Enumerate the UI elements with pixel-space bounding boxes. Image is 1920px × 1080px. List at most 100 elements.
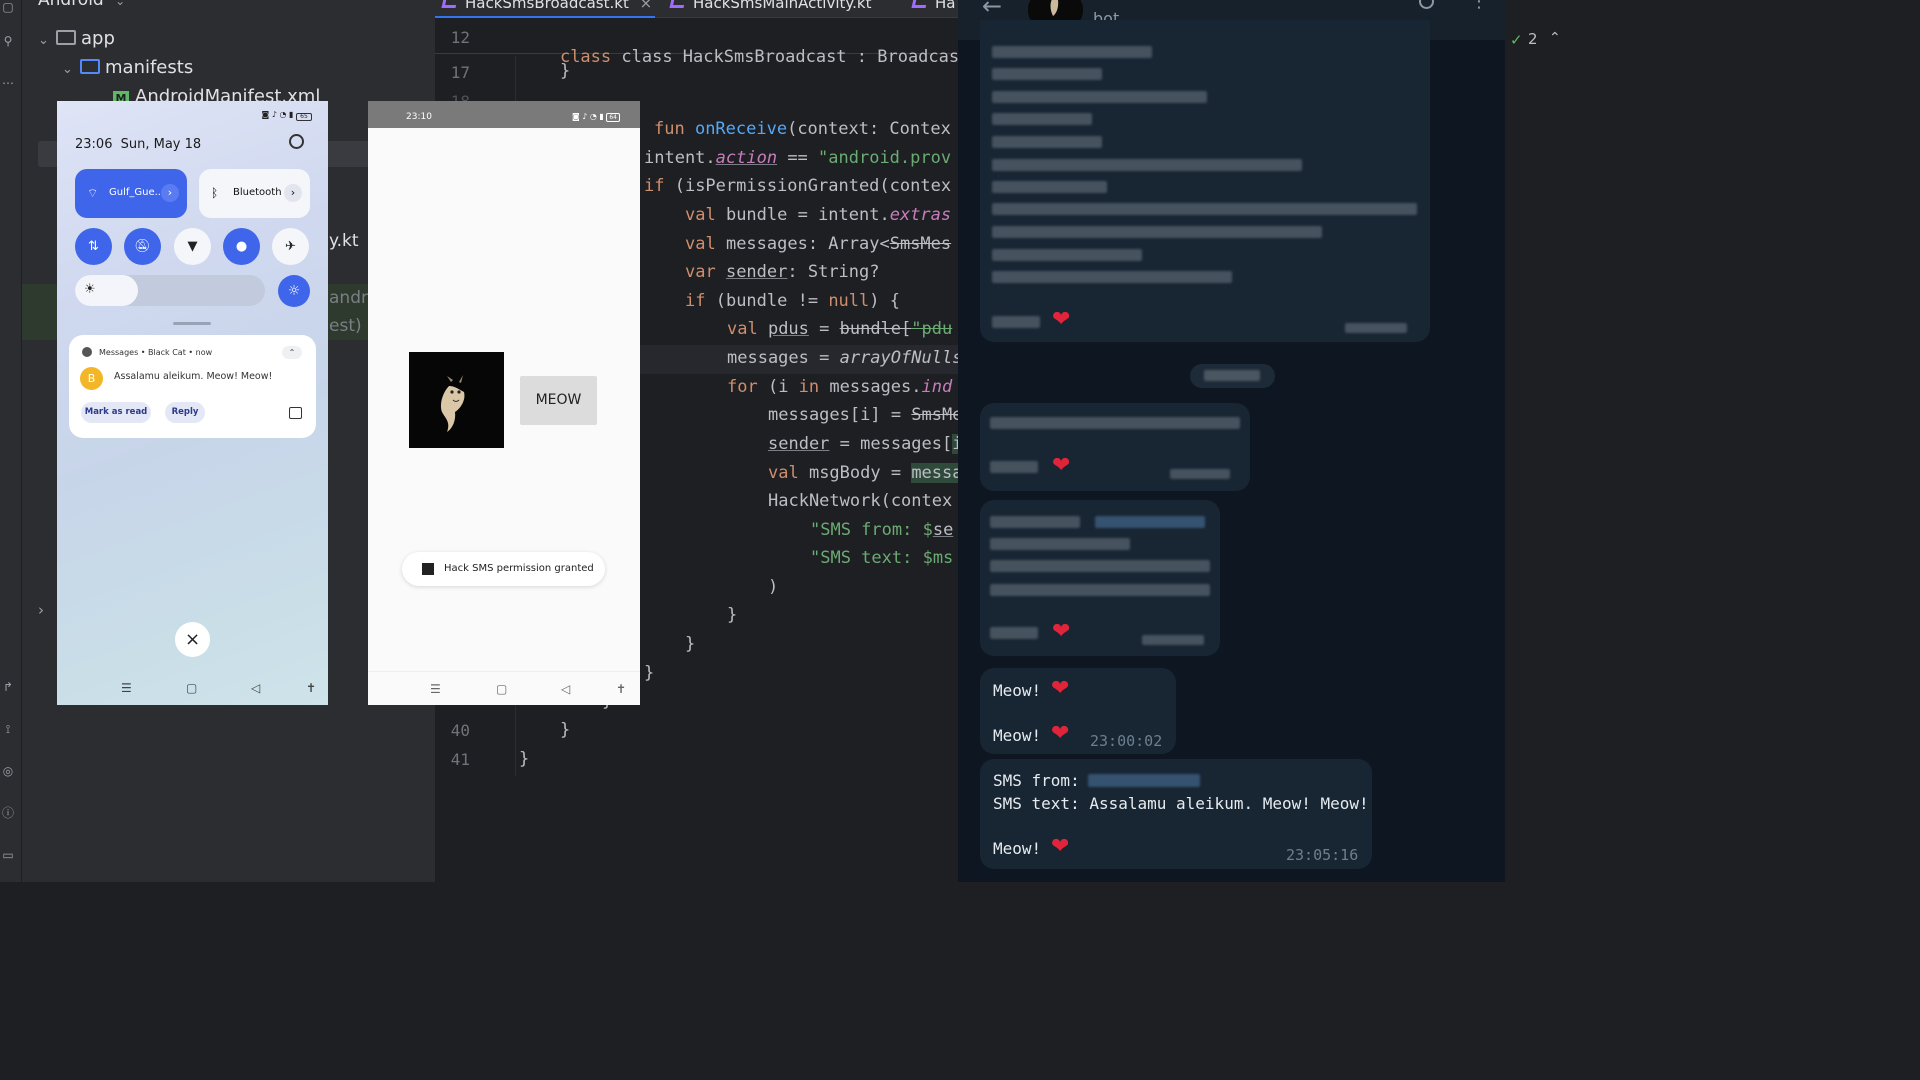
logcat-tool-icon[interactable]: ◎ bbox=[1, 764, 15, 778]
tab-hacksmsmainactivity[interactable]: HackSmsMainActivity.kt bbox=[669, 0, 871, 16]
phone-notification-shade: ◙ ♪ ◔ ▮ 65 23:06 Sun, May 18 ⌔ Gulf_Gue.… bbox=[57, 101, 328, 705]
accessibility-icon[interactable]: ✝︎ bbox=[616, 682, 626, 696]
home-icon[interactable]: ▢ bbox=[496, 682, 507, 696]
message-bubble[interactable]: Meow! ❤ Meow! ❤ 23:00:02 bbox=[980, 668, 1176, 754]
gear-icon[interactable] bbox=[289, 134, 304, 149]
redacted-text bbox=[990, 627, 1038, 639]
tab-hacksmsbroadcast[interactable]: HackSmsBroadcast.kt × bbox=[441, 0, 653, 16]
recents-icon[interactable]: ☰ bbox=[430, 682, 441, 696]
image-icon[interactable] bbox=[289, 407, 302, 419]
close-icon[interactable]: × bbox=[175, 622, 210, 657]
code-line[interactable]: val pdus = bundle["pdu bbox=[727, 319, 952, 339]
flashlight-toggle[interactable]: ▼ bbox=[174, 228, 211, 265]
tab-overflow[interactable]: Ha bbox=[911, 0, 956, 16]
code-line[interactable]: val msgBody = messa bbox=[768, 463, 963, 483]
back-arrow-icon[interactable]: ← bbox=[982, 0, 1002, 20]
wifi-tile-label: Gulf_Gue.. bbox=[109, 187, 161, 198]
message-bubble[interactable]: SMS from: SMS text: Assalamu aleikum. Me… bbox=[980, 759, 1372, 869]
code-line[interactable]: for (i in messages.ind bbox=[727, 377, 952, 397]
more-tools-icon[interactable]: ⋯ bbox=[1, 76, 15, 90]
chevron-right-icon[interactable]: › bbox=[38, 601, 44, 619]
location-toggle[interactable]: ● bbox=[223, 228, 260, 265]
back-icon[interactable]: ◁ bbox=[251, 681, 260, 695]
collapse-notification-button[interactable]: ⌃ bbox=[282, 346, 302, 359]
run-tool-icon[interactable]: ⟟ bbox=[1, 722, 15, 736]
reply-button[interactable]: Reply bbox=[165, 402, 205, 423]
code-text: = messages[ bbox=[829, 434, 953, 454]
close-icon[interactable]: × bbox=[640, 0, 653, 12]
message-bubble[interactable]: ❤ bbox=[980, 500, 1220, 656]
back-icon[interactable]: ◁ bbox=[561, 682, 570, 696]
code-string: "pdu bbox=[911, 319, 953, 339]
code-text: : String? bbox=[787, 262, 880, 282]
code-line[interactable]: ) bbox=[768, 577, 778, 597]
code-line[interactable]: } bbox=[727, 605, 737, 625]
tree-item-partial: est) bbox=[329, 316, 362, 336]
code-line[interactable]: val messages: Array<SmsMes bbox=[685, 234, 951, 254]
accessibility-icon[interactable]: ✝︎ bbox=[306, 681, 316, 695]
shade-date: Sun, May 18 bbox=[120, 137, 202, 152]
inspection-check-icon[interactable]: ✓ bbox=[1510, 31, 1523, 49]
search-icon[interactable] bbox=[1419, 0, 1434, 9]
code-line[interactable]: if (isPermissionGranted(contex bbox=[644, 176, 951, 196]
commit-tool-icon[interactable]: ⚲ bbox=[1, 34, 15, 48]
code-line[interactable]: sender = messages[i bbox=[768, 434, 963, 454]
code-line[interactable]: "SMS text: $ms bbox=[810, 548, 953, 568]
redacted-text bbox=[992, 226, 1322, 238]
home-icon[interactable]: ▢ bbox=[186, 681, 197, 695]
code-line[interactable]: HackNetwork(contex bbox=[768, 491, 952, 511]
build-tool-icon[interactable]: ↱ bbox=[1, 680, 15, 694]
code-text: messages[i] = bbox=[768, 405, 912, 425]
code-line[interactable]: messages[i] = SmsMe bbox=[768, 405, 962, 425]
code-variable: sender bbox=[768, 434, 830, 454]
bluetooth-tile[interactable]: ᛒ Bluetooth › bbox=[199, 169, 310, 218]
code-text: bundle = intent. bbox=[725, 205, 890, 225]
code-line[interactable]: } bbox=[560, 720, 570, 740]
tree-item-manifests[interactable]: ⌄ manifests bbox=[62, 57, 193, 78]
tree-item-partial[interactable]: y.kt bbox=[329, 231, 359, 251]
message-notification[interactable]: Messages • Black Cat • now ⌃ B Assalamu … bbox=[69, 335, 316, 438]
code-text: (context: Contex bbox=[787, 119, 951, 139]
code-line[interactable]: var sender: String? bbox=[685, 262, 880, 282]
redacted-text bbox=[992, 136, 1102, 148]
code-line[interactable]: fun onReceive(context: Contex bbox=[654, 119, 951, 139]
code-line[interactable]: } bbox=[644, 663, 654, 683]
shade-drag-handle[interactable] bbox=[173, 322, 211, 325]
code-line[interactable]: } bbox=[519, 749, 529, 769]
brightness-slider[interactable]: ☀︎ bbox=[75, 275, 265, 306]
mobile-data-toggle[interactable]: ⇅ bbox=[75, 228, 112, 265]
redacted-phone-number bbox=[1088, 774, 1200, 787]
meow-button[interactable]: MEOW bbox=[520, 376, 597, 425]
chevron-right-icon[interactable]: › bbox=[284, 184, 302, 202]
project-view-selector[interactable]: Android ⌄ bbox=[38, 0, 125, 10]
mark-as-read-button[interactable]: Mark as read bbox=[81, 402, 151, 423]
chevron-up-icon[interactable]: ⌃ bbox=[1549, 30, 1561, 46]
recents-icon[interactable]: ☰ bbox=[121, 681, 132, 695]
code-line[interactable]: messages = arrayOfNulls bbox=[727, 348, 962, 368]
auto-brightness-toggle[interactable]: ☼ bbox=[278, 275, 310, 307]
code-line[interactable]: "SMS from: $se bbox=[810, 520, 953, 540]
project-tool-icon[interactable]: ▢ bbox=[1, 0, 15, 14]
chevron-down-icon: ⌄ bbox=[38, 33, 49, 48]
heart-icon: ❤ bbox=[1052, 619, 1071, 644]
problems-tool-icon[interactable]: ⓘ bbox=[1, 806, 15, 820]
tab-label: Ha bbox=[935, 0, 956, 12]
message-bubble[interactable]: ❤ bbox=[980, 403, 1250, 491]
terminal-tool-icon[interactable]: ▭ bbox=[1, 848, 15, 862]
code-line[interactable]: } bbox=[560, 61, 570, 81]
wifi-tile[interactable]: ⌔ Gulf_Gue.. › bbox=[75, 169, 187, 218]
chevron-right-icon[interactable]: › bbox=[161, 184, 179, 202]
more-options-icon[interactable]: ⋮ bbox=[1470, 0, 1488, 11]
silent-toggle[interactable]: 🔕︎ bbox=[124, 228, 161, 265]
inspection-count[interactable]: 2 bbox=[1528, 30, 1538, 48]
code-line[interactable]: val bundle = intent.extras bbox=[685, 205, 951, 225]
airplane-toggle[interactable]: ✈︎ bbox=[272, 228, 309, 265]
tree-item-app[interactable]: ⌄ app bbox=[38, 28, 115, 49]
cat-image bbox=[409, 352, 504, 448]
code-string: "SMS from: $ bbox=[810, 520, 933, 540]
code-line[interactable]: } bbox=[685, 634, 695, 654]
message-bubble[interactable]: ❤ bbox=[980, 20, 1430, 342]
code-line[interactable]: intent.action == "android.prov bbox=[644, 148, 951, 168]
code-line[interactable]: if (bundle != null) { bbox=[685, 291, 900, 311]
line-number: 41 bbox=[450, 750, 470, 769]
